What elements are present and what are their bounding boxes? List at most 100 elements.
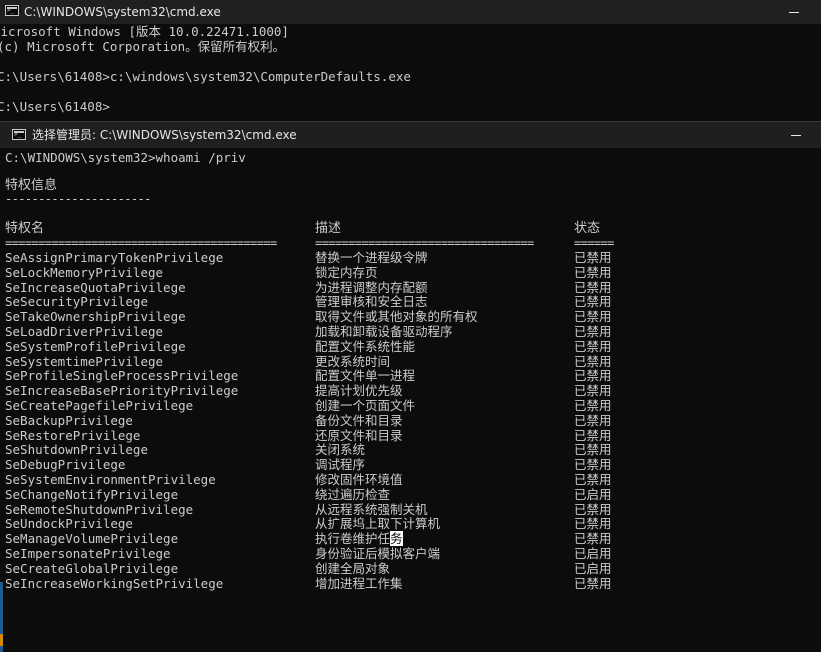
table-row: SeTakeOwnershipPrivilege 取得文件或其他对象的所有权 已… (0, 309, 821, 324)
table-row: SeAssignPrimaryTokenPrivilege 替换一个进程级令牌 … (0, 250, 821, 265)
privilege-name: SeLockMemoryPrivilege (5, 264, 164, 280)
privilege-state: 已禁用 (574, 575, 612, 591)
table-row: SeChangeNotifyPrivilege 绕过遍历检查 已启用 (0, 487, 821, 502)
privilege-state: 已禁用 (574, 457, 612, 473)
privilege-state: 已禁用 (574, 501, 612, 517)
privilege-description: 身份验证后模拟客户端 (315, 546, 441, 561)
console-icon (12, 129, 26, 140)
table-row: SeLockMemoryPrivilege 锁定内存页 已禁用 (0, 265, 821, 280)
privilege-name: SeSystemtimePrivilege (5, 353, 164, 369)
privilege-description: 增加进程工作集 (315, 575, 403, 591)
privilege-state: 已禁用 (574, 338, 612, 354)
privilege-state: 已禁用 (574, 294, 612, 310)
privilege-state: 已启用 (574, 560, 612, 576)
table-row: SeRestorePrivilege 还原文件和目录 已禁用 (0, 428, 821, 443)
privilege-name: SeAssignPrimaryTokenPrivilege (5, 250, 224, 265)
privilege-name: SeCreatePagefilePrivilege (5, 398, 194, 413)
privilege-description: 修改固件环境值 (315, 472, 403, 487)
privilege-name: SeChangeNotifyPrivilege (5, 486, 179, 502)
privilege-description: 执行卷维护任务 (315, 531, 403, 547)
privilege-state: 已启用 (574, 546, 612, 561)
privilege-name: SeSystemEnvironmentPrivilege (5, 472, 216, 487)
privilege-name: SeUndockPrivilege (5, 516, 133, 532)
privilege-state: 已禁用 (574, 279, 612, 295)
header-description: 描述 (315, 221, 342, 236)
privilege-state: 已禁用 (574, 264, 612, 280)
table-row: SeDebugPrivilege 调试程序 已禁用 (0, 457, 821, 472)
privilege-state: 已禁用 (574, 531, 612, 547)
table-row: SeSystemEnvironmentPrivilege 修改固件环境值 已禁用 (0, 472, 821, 487)
desktop-edge-mark (0, 634, 3, 646)
privilege-state: 已禁用 (574, 442, 612, 458)
privilege-description-text: 执行卷维护任 (315, 531, 391, 547)
privilege-state: 已禁用 (574, 368, 612, 384)
table-row: SeSecurityPrivilege 管理审核和安全日志 已禁用 (0, 294, 821, 309)
table-row: SeSystemProfilePrivilege 配置文件系统性能 已禁用 (0, 339, 821, 354)
privilege-name: SeProfileSingleProcessPrivilege (5, 368, 239, 384)
privilege-description: 还原文件和目录 (315, 427, 403, 443)
privilege-description: 管理审核和安全日志 (315, 294, 428, 310)
privilege-description: 锁定内存页 (315, 264, 378, 280)
privilege-name: SeIncreaseQuotaPrivilege (5, 279, 186, 295)
section-rule: ---------------------- (5, 192, 151, 206)
privilege-state: 已禁用 (574, 324, 612, 339)
console-prompt: C:\Users\61408> (0, 99, 110, 114)
table-row: SeIncreaseBasePriorityPrivilege 提高计划优先级 … (0, 383, 821, 398)
privilege-description: 调试程序 (315, 457, 366, 473)
privilege-description: 创建全局对象 (315, 560, 391, 576)
privilege-state: 已禁用 (574, 427, 612, 443)
privilege-state: 已禁用 (574, 412, 612, 428)
privilege-description: 取得文件或其他对象的所有权 (315, 309, 478, 325)
privilege-description: 备份文件和目录 (315, 412, 403, 428)
privilege-description: 关闭系统 (315, 442, 366, 458)
privilege-state: 已禁用 (574, 353, 612, 369)
window-title-admin: 选择管理员: C:\WINDOWS\system32\cmd.exe (32, 128, 297, 142)
cmd-window-admin[interactable]: 选择管理员: C:\WINDOWS\system32\cmd.exe C:\WI… (0, 121, 821, 652)
table-row: SeRemoteShutdownPrivilege 从远程系统强制关机 已禁用 (0, 502, 821, 517)
table-row: SeSystemtimePrivilege 更改系统时间 已禁用 (0, 354, 821, 369)
minimize-icon (791, 134, 801, 136)
table-row: SeProfileSingleProcessPrivilege 配置文件单一进程… (0, 368, 821, 383)
privilege-name: SeDebugPrivilege (5, 457, 126, 473)
privilege-description: 为进程调整内存配额 (315, 279, 428, 295)
section-title: 特权信息 (5, 178, 58, 193)
title-bar-back[interactable]: C:\WINDOWS\system32\cmd.exe (0, 0, 821, 24)
privilege-description: 加载和卸载设备驱动程序 (315, 324, 453, 339)
privilege-state: 已禁用 (574, 516, 612, 532)
privilege-name: SeIncreaseBasePriorityPrivilege (5, 383, 239, 399)
title-bar-admin[interactable]: 选择管理员: C:\WINDOWS\system32\cmd.exe (0, 122, 821, 148)
table-row: SeManageVolumePrivilege 执行卷维护任务 已禁用 (0, 531, 821, 547)
privilege-name: SeCreateGlobalPrivilege (5, 560, 179, 576)
separator-name: ========================================… (5, 236, 277, 250)
table-row: SeShutdownPrivilege 关闭系统 已禁用 (0, 442, 821, 457)
table-row: SeBackupPrivilege 备份文件和目录 已禁用 (0, 413, 821, 428)
privilege-name: SeImpersonatePrivilege (5, 546, 171, 561)
privilege-name: SeTakeOwnershipPrivilege (5, 309, 186, 325)
table-row: SeUndockPrivilege 从扩展坞上取下计算机 已禁用 (0, 516, 821, 531)
header-privilege-name: 特权名 (5, 221, 45, 236)
console-icon (5, 5, 19, 16)
privilege-state: 已禁用 (574, 250, 612, 265)
privilege-description: 绕过遍历检查 (315, 486, 391, 502)
header-state: 状态 (574, 221, 601, 236)
privilege-name: SeSecurityPrivilege (5, 294, 148, 310)
privilege-description: 配置文件系统性能 (315, 338, 416, 354)
table-row: SeIncreaseQuotaPrivilege 为进程调整内存配额 已禁用 (0, 280, 821, 295)
privilege-name: SeIncreaseWorkingSetPrivilege (5, 575, 224, 591)
separator-state: ====== (574, 236, 614, 250)
table-header: 特权名 描述 状态 (0, 221, 821, 236)
table-row: SeIncreaseWorkingSetPrivilege 增加进程工作集 已禁… (0, 576, 821, 591)
minimize-button-back[interactable] (774, 0, 814, 24)
minimize-button-admin[interactable] (776, 122, 816, 148)
privilege-description: 替换一个进程级令牌 (315, 250, 428, 265)
privilege-name: SeSystemProfilePrivilege (5, 338, 186, 354)
table-row: SeCreatePagefilePrivilege 创建一个页面文件 已禁用 (0, 398, 821, 413)
table-row: SeLoadDriverPrivilege 加载和卸载设备驱动程序 已禁用 (0, 324, 821, 339)
console-line: C:\Users\61408>c:\windows\system32\Compu… (0, 69, 411, 84)
privilege-state: 已启用 (574, 486, 612, 502)
command-line: C:\WINDOWS\system32>whoami /priv (5, 150, 246, 165)
table-row: SeCreateGlobalPrivilege 创建全局对象 已启用 (0, 561, 821, 576)
privilege-name: SeRestorePrivilege (5, 427, 141, 443)
privilege-name: SeManageVolumePrivilege (5, 531, 179, 547)
privilege-name: SeShutdownPrivilege (5, 442, 148, 458)
